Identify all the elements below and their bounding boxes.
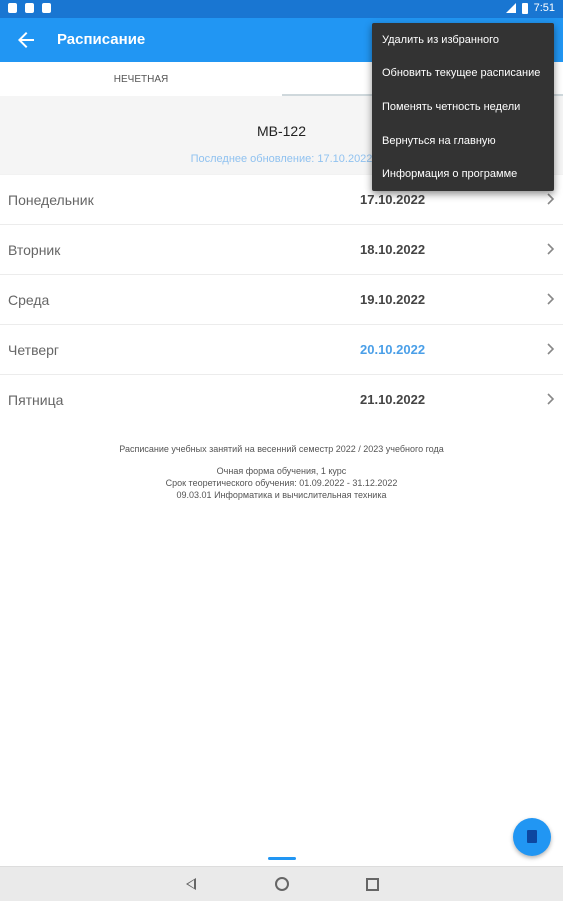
chevron-right-icon xyxy=(547,293,555,305)
day-date: 21.10.2022 xyxy=(360,392,426,407)
bookmark-fab-button[interactable] xyxy=(513,818,551,856)
day-date: 17.10.2022 xyxy=(360,192,426,207)
signal-icon xyxy=(505,3,516,13)
day-row-tuesday[interactable]: Вторник 18.10.2022 xyxy=(0,225,563,275)
chevron-right-icon xyxy=(547,393,555,405)
days-list: Понедельник 17.10.2022 Вторник 18.10.202… xyxy=(0,175,563,425)
chevron-right-icon xyxy=(547,343,555,355)
menu-item-go-home[interactable]: Вернуться на главную xyxy=(372,124,554,158)
page-title: Расписание xyxy=(57,31,146,48)
specialty-info: 09.03.01 Информатика и вычислительная те… xyxy=(176,490,387,500)
battery-icon xyxy=(521,2,528,14)
day-date-today: 20.10.2022 xyxy=(360,342,426,357)
overflow-menu: Удалить из избранного Обновить текущее р… xyxy=(372,23,554,191)
day-name: Вторник xyxy=(8,242,61,258)
sim-icon xyxy=(8,3,17,13)
menu-item-toggle-week-parity[interactable]: Поменять четность недели xyxy=(372,90,554,124)
day-row-friday[interactable]: Пятница 21.10.2022 xyxy=(0,375,563,425)
status-time: 7:51 xyxy=(533,2,555,14)
day-name: Четверг xyxy=(8,342,60,358)
bookmark-icon xyxy=(527,830,537,843)
menu-item-remove-favorite[interactable]: Удалить из избранного xyxy=(372,23,554,57)
day-row-wednesday[interactable]: Среда 19.10.2022 xyxy=(0,275,563,325)
menu-item-refresh-schedule[interactable]: Обновить текущее расписание xyxy=(372,57,554,91)
menu-item-about[interactable]: Информация о программе xyxy=(372,157,554,191)
chevron-right-icon xyxy=(547,193,555,205)
nav-home-icon[interactable] xyxy=(275,877,289,891)
nav-back-icon[interactable] xyxy=(186,878,196,890)
day-name: Понедельник xyxy=(8,192,94,208)
study-period-info: Срок теоретического обучения: 01.09.2022… xyxy=(165,478,398,488)
study-form-info: Очная форма обучения, 1 курс xyxy=(216,466,347,476)
system-nav-bar xyxy=(0,866,563,901)
notification-icons xyxy=(8,3,51,13)
tab-odd-week[interactable]: Нечетная xyxy=(0,62,282,96)
day-date: 19.10.2022 xyxy=(360,292,426,307)
day-row-thursday[interactable]: Четверг 20.10.2022 xyxy=(0,325,563,375)
n-notification-icon xyxy=(25,3,34,13)
scroll-handle xyxy=(268,857,296,860)
day-date: 18.10.2022 xyxy=(360,242,426,257)
app-notification-icon xyxy=(42,3,51,13)
back-arrow-icon[interactable] xyxy=(14,28,38,52)
chevron-right-icon xyxy=(547,243,555,255)
nav-recents-icon[interactable] xyxy=(366,878,379,891)
day-name: Пятница xyxy=(8,392,64,408)
status-bar: 7:51 xyxy=(0,0,563,18)
day-name: Среда xyxy=(8,292,50,308)
semester-info: Расписание учебных занятий на весенний с… xyxy=(119,444,444,454)
